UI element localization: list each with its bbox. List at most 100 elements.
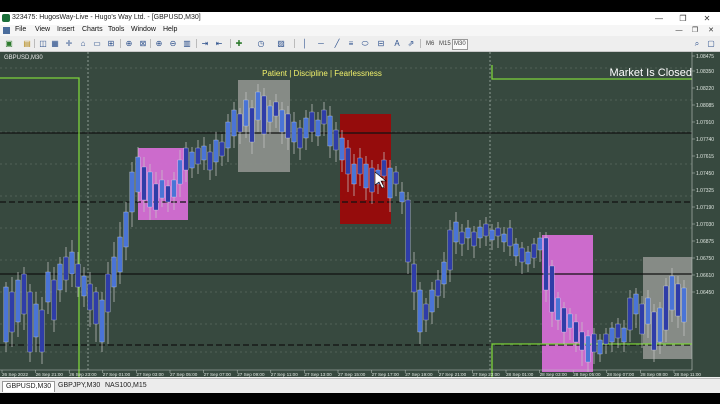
candle-body	[603, 333, 609, 345]
candle-body	[291, 121, 297, 143]
candle-body	[15, 279, 21, 323]
menu-file[interactable]: File	[15, 26, 26, 33]
indicators-icon[interactable]: ✚	[234, 39, 244, 48]
market-watch-icon[interactable]: ◫	[38, 39, 48, 48]
menu-tools[interactable]: Tools	[108, 26, 124, 33]
tab-gbpjpy[interactable]: GBPJPY,M30	[55, 381, 103, 391]
timeframe-m30[interactable]: M30	[452, 39, 468, 50]
terminal-icon[interactable]: ▭	[92, 39, 102, 48]
vertical-line-icon[interactable]: │	[300, 39, 310, 48]
time-label: 27 Sep 11:00	[271, 372, 298, 377]
child-restore-button[interactable]: ❐	[688, 25, 702, 36]
new-order-icon[interactable]: ⊕	[124, 39, 134, 48]
candle-body	[201, 145, 207, 161]
menu-insert[interactable]: Insert	[57, 26, 75, 33]
terminal-window: 323475: HugosWay-Live - Hugo's Way Ltd. …	[0, 12, 720, 393]
time-label: 28 Sep 01:00	[506, 372, 534, 377]
candle-body	[657, 307, 663, 343]
time-label: 27 Sep 13:00	[304, 372, 332, 377]
templates-icon[interactable]: ▨	[276, 39, 286, 48]
time-label: 28 Sep 07:00	[607, 372, 635, 377]
candle-body	[249, 107, 255, 143]
menu-window[interactable]: Window	[131, 26, 156, 33]
candle-body	[243, 99, 249, 127]
menu-charts[interactable]: Charts	[82, 26, 103, 33]
candle-body	[213, 139, 219, 163]
candle-body	[663, 285, 669, 331]
candle-body	[465, 227, 471, 239]
crosshair-icon[interactable]: ✛	[64, 39, 74, 48]
timeframe-m6[interactable]: M6	[424, 39, 436, 50]
time-label: 27 Sep 15:00	[338, 372, 366, 377]
candle-body	[351, 163, 357, 185]
strategy-tester-icon[interactable]: ⊞	[106, 39, 116, 48]
child-minimize-button[interactable]: —	[672, 25, 686, 36]
time-label: 27 Sep 07:00	[204, 372, 232, 377]
maximize-button[interactable]: ❐	[676, 13, 690, 24]
metaeditor-icon[interactable]: ⊠	[138, 39, 148, 48]
candle-body	[507, 227, 513, 247]
horizontal-line-icon[interactable]: ─	[316, 39, 326, 48]
text-tool-icon[interactable]: A	[392, 39, 402, 48]
zoom-in-icon[interactable]: ⊕	[154, 39, 164, 48]
autoscroll-icon[interactable]: ⇤	[214, 39, 224, 48]
menu-view[interactable]: View	[35, 26, 50, 33]
data-window-icon[interactable]: ▦	[50, 39, 60, 48]
price-label: 1.07740	[696, 137, 714, 143]
fibonacci-icon[interactable]: ⊟	[376, 39, 386, 48]
time-label: 28 Sep 11:00	[674, 372, 701, 377]
chat-icon[interactable]: ▢	[706, 39, 716, 48]
candle-body	[219, 141, 225, 157]
candle-body	[633, 293, 639, 315]
arrow-tool-icon[interactable]: ⇗	[406, 39, 416, 48]
channel-icon[interactable]: ≡	[346, 39, 356, 48]
time-label: 27 Sep 01:00	[103, 372, 131, 377]
chart-canvas[interactable]: 1.08475 1.08350 1.08220 1.08085 1.07910 1.077…	[0, 52, 720, 377]
tab-nas100[interactable]: NAS100,M15	[102, 381, 150, 391]
price-label: 1.08475	[696, 54, 714, 60]
search-icon[interactable]: ⌕	[692, 39, 702, 48]
candle-body	[453, 221, 459, 243]
candle-body	[105, 273, 111, 313]
candle-body	[645, 297, 651, 325]
minimize-button[interactable]: —	[652, 13, 666, 24]
banner-text: Patient | Discipline | Fearlessness	[262, 69, 382, 78]
candle-body	[135, 156, 141, 193]
periods-icon[interactable]: ◷	[256, 39, 266, 48]
trendline-icon[interactable]: ╱	[332, 39, 342, 48]
navigator-icon[interactable]: ⌂	[78, 39, 88, 48]
candle-body	[549, 265, 555, 313]
close-button[interactable]: ✕	[700, 13, 714, 24]
price-label: 1.07910	[696, 120, 714, 126]
price-label: 1.07615	[696, 154, 714, 160]
market-status-text: Market Is Closed	[609, 67, 692, 79]
candle-body	[255, 91, 261, 121]
candle-body	[399, 191, 405, 203]
tab-gbpusd[interactable]: GBPUSD,M30	[2, 381, 56, 392]
ellipse-icon[interactable]: ⬭	[360, 39, 370, 48]
chart-shift-icon[interactable]: ⇥	[200, 39, 210, 48]
candle-body	[177, 159, 183, 185]
new-chart-icon[interactable]: ▣	[4, 39, 14, 48]
menu-help[interactable]: Help	[163, 26, 177, 33]
child-close-button[interactable]: ✕	[704, 25, 718, 36]
candle-body	[381, 159, 387, 177]
price-chart[interactable]: 1.08475 1.08350 1.08220 1.08085 1.07910 1.077…	[0, 52, 720, 377]
price-label: 1.08350	[696, 69, 714, 75]
price-label: 1.06750	[696, 256, 714, 262]
candle-body	[57, 263, 63, 291]
price-label: 1.06875	[696, 239, 714, 245]
candle-body	[327, 115, 333, 147]
candle-body	[189, 151, 195, 169]
zoom-out-icon[interactable]: ⊖	[168, 39, 178, 48]
candle-body	[159, 179, 165, 199]
candle-body	[513, 243, 519, 257]
candle-body	[141, 166, 147, 201]
candle-body	[555, 297, 561, 321]
profiles-icon[interactable]: ▤	[22, 39, 32, 48]
candle-body	[75, 263, 81, 288]
tile-windows-icon[interactable]: ▥	[182, 39, 192, 48]
timeframe-m15[interactable]: M15	[437, 39, 453, 50]
candle-body	[435, 279, 441, 297]
candle-body	[447, 229, 453, 271]
